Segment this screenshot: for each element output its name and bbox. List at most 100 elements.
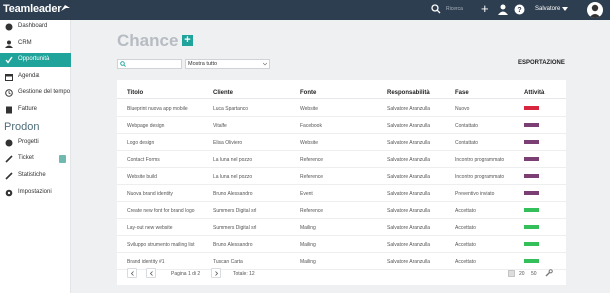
search-input[interactable] [117, 59, 182, 69]
add-opportunity-button[interactable]: + [182, 35, 193, 46]
cell-responsabilita: Salvatore Aranzulla [387, 242, 431, 248]
table-row[interactable]: Lay-out new website Summers Digital srl Ma… [117, 219, 566, 236]
prev-page-button[interactable] [146, 268, 156, 278]
column-header-fonte[interactable]: Fonte [300, 90, 316, 96]
sidebar: Dashboard CRM Opportunità Agenda 1 Gesti… [0, 20, 71, 293]
user-name[interactable]: Salvatore [535, 6, 560, 12]
cell-cliente: Bruno Alessandro [213, 191, 253, 197]
sidebar-item-label: Agenda [18, 73, 39, 79]
projects-icon [5, 139, 13, 147]
table-row[interactable]: Create new font for brand logo Summers Di… [117, 202, 566, 219]
cell-titolo[interactable]: Sviluppo strumento mailing list [127, 242, 195, 248]
cell-titolo[interactable]: Website build [127, 174, 157, 180]
gear-icon [5, 189, 13, 197]
avatar[interactable] [587, 2, 603, 18]
cell-fase: Preventivo inviato [455, 191, 495, 197]
invoice-icon [6, 106, 12, 114]
cell-responsabilita: Salvatore Aranzulla [387, 225, 431, 231]
table-row[interactable]: Nuova brand identity Bruno Alessandro Even… [117, 185, 566, 202]
cell-fase: Incontro programmato [455, 157, 505, 163]
column-header-titolo[interactable]: Titolo [127, 90, 143, 96]
activity-status-bar [524, 106, 539, 110]
help-icon[interactable]: ? [514, 4, 525, 15]
cell-fonte: Event [300, 191, 313, 197]
agenda-badge: 1 [37, 73, 40, 79]
calendar-icon [5, 74, 13, 81]
table-row[interactable]: Website build La luna nel pozzo Reference S… [117, 168, 566, 185]
sidebar-item-impostazioni[interactable]: Impostazioni [0, 186, 71, 200]
cell-cliente: Bruno Alessandro [213, 242, 253, 248]
cell-fonte: Reference [300, 157, 324, 163]
column-header-attivita[interactable]: Attività [524, 90, 544, 96]
sidebar-item-label: Opportunità [18, 56, 50, 62]
sidebar-item-statistiche[interactable]: Statistiche [0, 169, 71, 183]
people-icon[interactable] [497, 4, 509, 15]
clock-icon [5, 89, 13, 97]
sidebar-item-crm[interactable]: CRM [0, 37, 71, 51]
table-row[interactable]: Logo design Elisa Oliviero Website Salvator… [117, 134, 566, 151]
sidebar-item-gestione-tempo[interactable]: Gestione del tempo [0, 86, 71, 100]
table-row[interactable]: Sviluppo strumento mailing list Bruno Ale… [117, 236, 566, 253]
add-icon[interactable]: + [481, 1, 489, 17]
wrench-icon[interactable] [545, 269, 553, 277]
cell-fase: Accettato [455, 225, 476, 231]
table-row[interactable]: Blueprint nuova app mobile Luca Spartanco… [117, 100, 566, 117]
sidebar-item-label: Statistiche [18, 172, 46, 178]
cell-fonte: Facebook [300, 123, 322, 129]
cell-fase: Accettato [455, 208, 476, 214]
sidebar-item-label: Ticket [18, 155, 34, 161]
cell-fase: Incontro programmato [455, 174, 505, 180]
cell-responsabilita: Salvatore Aranzulla [387, 140, 431, 146]
filter-select-value: Mostra tutto [188, 61, 218, 67]
cell-titolo[interactable]: Nuova brand identity [127, 191, 173, 197]
sidebar-item-ticket[interactable]: Ticket [0, 152, 71, 166]
user-icon [5, 40, 13, 48]
search-input[interactable]: Ricerca [446, 6, 463, 12]
cell-cliente: Summers Digital srl [213, 208, 257, 214]
app-logo[interactable]: Teamleader [3, 3, 62, 15]
next-page-button[interactable] [211, 268, 221, 278]
cell-fonte: Website [300, 106, 318, 112]
export-button[interactable]: ESPORTAZIONE [518, 60, 565, 66]
first-page-button[interactable] [127, 268, 137, 278]
cell-cliente: Elisa Oliviero [213, 140, 243, 146]
search-icon[interactable] [431, 4, 441, 14]
sidebar-item-label: CRM [18, 40, 32, 46]
activity-status-bar [524, 242, 539, 246]
sidebar-item-label: Impostazioni [18, 189, 52, 195]
cell-fonte: Mailing [300, 225, 316, 231]
table-header: Titolo Cliente Fonte Responsabilità Fase… [117, 80, 566, 99]
activity-status-bar [524, 259, 539, 263]
column-header-fase[interactable]: Fase [455, 90, 469, 96]
column-header-responsabilita[interactable]: Responsabilità [387, 90, 430, 96]
chevron-down-icon[interactable] [562, 7, 568, 11]
cell-titolo[interactable]: Lay-out new website [127, 225, 173, 231]
cell-responsabilita: Salvatore Aranzulla [387, 157, 431, 163]
cell-titolo[interactable]: Webpage design [127, 123, 164, 129]
page-size-icon [508, 270, 515, 277]
page-size-50[interactable]: 50 [531, 271, 537, 277]
cell-responsabilita: Salvatore Aranzulla [387, 191, 431, 197]
page-size-20[interactable]: 20 [519, 271, 525, 277]
cell-titolo[interactable]: Logo design [127, 140, 154, 146]
sidebar-item-dashboard[interactable]: Dashboard [0, 20, 71, 34]
table-row[interactable]: Webpage design Vitalfe Facebook Salvatore A… [117, 117, 566, 134]
filter-select[interactable]: Mostra tutto [185, 59, 270, 69]
check-icon [5, 56, 13, 64]
cell-titolo[interactable]: Blueprint nuova app mobile [127, 106, 188, 112]
table-row[interactable]: Contact Forms La luna nel pozzo Reference S… [117, 151, 566, 168]
sidebar-item-agenda[interactable]: Agenda 1 [0, 70, 71, 84]
activity-status-bar [524, 123, 539, 127]
sidebar-item-fatture[interactable]: Fatture [0, 103, 71, 117]
ticket-badge [59, 155, 66, 163]
search-button[interactable] [118, 60, 130, 68]
chevron-left-icon [130, 271, 134, 276]
ticket-icon [5, 155, 13, 163]
column-header-cliente[interactable]: Cliente [213, 90, 233, 96]
cell-titolo[interactable]: Create new font for brand logo [127, 208, 195, 214]
cell-responsabilita: Salvatore Aranzulla [387, 106, 431, 112]
sidebar-item-progetti[interactable]: Progetti [0, 136, 71, 150]
cell-titolo[interactable]: Contact Forms [127, 157, 160, 163]
cell-fonte: Reference [300, 208, 324, 214]
sidebar-item-opportunita[interactable]: Opportunità [0, 53, 71, 67]
